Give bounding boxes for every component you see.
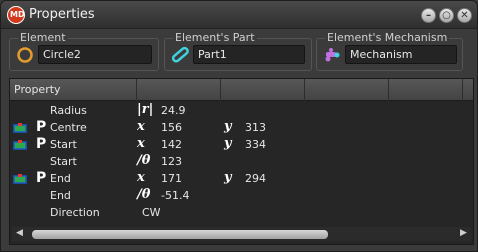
symbol-1: x [137, 170, 145, 185]
table-row[interactable]: End/θ -51.4 [10, 187, 473, 204]
column-header-6[interactable] [463, 79, 473, 101]
symbol-1: /θ [137, 187, 151, 202]
column-header-property[interactable]: Property [10, 79, 137, 101]
value-2[interactable]: 334 [245, 138, 266, 151]
scroll-right-arrow-icon[interactable]: ▶ [460, 228, 467, 238]
point-marker-icon [13, 123, 27, 133]
properties-window: MD Properties – ○ ✕ Element Circle2 Elem… [0, 0, 478, 252]
property-name: Centre [50, 121, 87, 134]
table-row[interactable]: P Centre x 156 y 313 [10, 119, 473, 136]
table-row[interactable]: P Start x 142 y 334 [10, 136, 473, 153]
value-1[interactable]: -51.4 [161, 189, 189, 202]
minimize-button[interactable]: – [421, 8, 436, 23]
value-2[interactable]: 294 [245, 172, 266, 185]
property-name: End [50, 172, 71, 185]
table-row[interactable]: P End x 171 y 294 [10, 170, 473, 187]
part-group: Element's Part Part1 [164, 31, 312, 71]
app-logo-icon: MD [7, 6, 25, 24]
element-group-label: Element [18, 31, 68, 44]
table-row[interactable]: Radius |r| 24.9 [10, 102, 473, 119]
pin-label: P [36, 170, 47, 186]
column-header-5[interactable] [389, 79, 463, 101]
mechanism-group-label: Element's Mechanism [325, 31, 450, 44]
table-row[interactable]: Start/θ 123 [10, 153, 473, 170]
value-1[interactable]: 171 [161, 172, 182, 185]
close-button[interactable]: ✕ [457, 8, 472, 23]
value-1[interactable]: CW [142, 206, 161, 219]
scrollbar-thumb[interactable] [32, 230, 328, 239]
value-1[interactable]: 24.9 [161, 104, 186, 117]
symbol-2: y [224, 136, 232, 151]
table-row[interactable]: Direction CW [10, 204, 473, 221]
column-header-2[interactable] [137, 79, 221, 101]
element-field[interactable]: Circle2 [38, 45, 152, 64]
horizontal-scrollbar[interactable]: ◀ ▶ [12, 227, 471, 241]
mechanism-field[interactable]: Mechanism [345, 45, 457, 64]
title-bar[interactable]: MD Properties – ○ ✕ [1, 1, 477, 29]
property-table: Property Radius |r| 24.9 P Centre x 156 y 313 P St… [9, 78, 474, 245]
symbol-1: x [137, 136, 145, 151]
value-2[interactable]: 313 [245, 121, 266, 134]
symbol-1: |r| [137, 102, 154, 117]
value-1[interactable]: 123 [161, 155, 182, 168]
symbol-2: y [224, 170, 232, 185]
table-header: Property [10, 79, 473, 101]
symbol-1: /θ [137, 153, 151, 168]
column-header-4[interactable] [305, 79, 389, 101]
property-name: End [50, 189, 71, 202]
property-name: Start [50, 138, 77, 151]
value-1[interactable]: 156 [161, 121, 182, 134]
mechanism-group: Element's Mechanism Mechanism [316, 31, 463, 71]
value-1[interactable]: 142 [161, 138, 182, 151]
link-part-icon [171, 46, 189, 63]
symbol-1: x [137, 119, 145, 134]
part-group-label: Element's Part [173, 31, 257, 44]
pin-label: P [36, 136, 47, 152]
property-name: Radius [50, 104, 87, 117]
app-logo-text: MD [10, 10, 25, 19]
window-title: Properties [29, 7, 95, 22]
property-name: Direction [50, 206, 100, 219]
restore-button[interactable]: ○ [439, 8, 454, 23]
mechanism-icon [325, 48, 340, 62]
column-header-3[interactable] [221, 79, 305, 101]
part-field[interactable]: Part1 [193, 45, 305, 64]
pin-label: P [36, 119, 47, 135]
element-group: Element Circle2 [9, 31, 159, 71]
property-name: Start [50, 155, 77, 168]
point-marker-icon [13, 174, 27, 184]
point-marker-icon [13, 140, 27, 150]
scroll-left-arrow-icon[interactable]: ◀ [16, 228, 23, 238]
circle-icon [17, 47, 33, 63]
symbol-2: y [224, 119, 232, 134]
